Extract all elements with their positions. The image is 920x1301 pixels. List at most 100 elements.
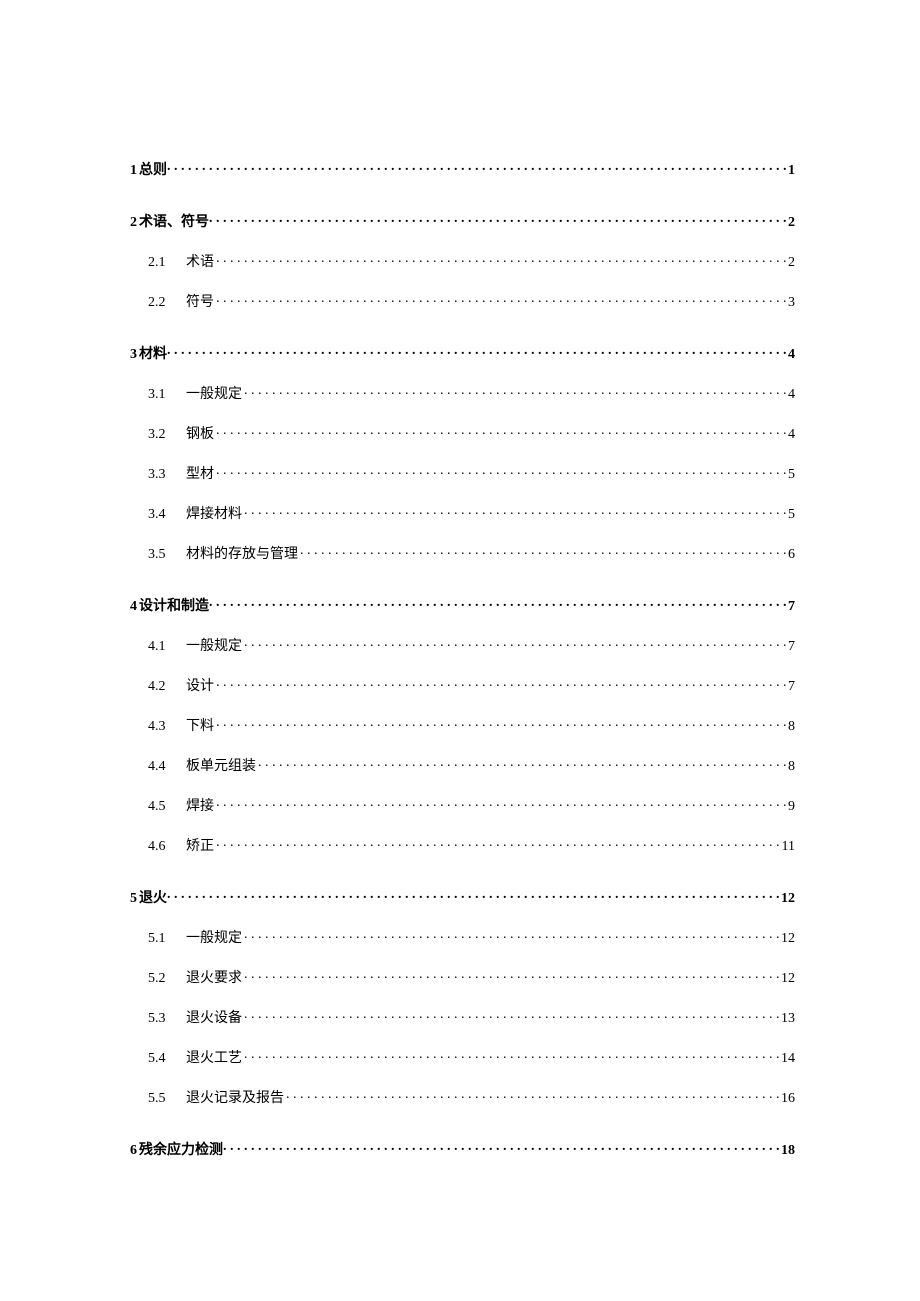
toc-entry-number: 5.1 <box>148 932 186 946</box>
toc-entry-page: 2 <box>786 256 795 270</box>
toc-entry: 4.6矫正11 <box>148 836 795 854</box>
toc-entry-title: 残余应力检测 <box>139 1144 223 1158</box>
toc-entry: 5.4退火工艺14 <box>148 1048 795 1066</box>
toc-entry: 4.3下料 8 <box>148 716 795 734</box>
toc-leader-dots <box>244 504 786 518</box>
toc-leader-dots <box>223 1140 779 1154</box>
toc-entry-number: 4 <box>130 600 137 614</box>
toc-entry-number: 4.5 <box>148 800 186 814</box>
toc-entry-title: 退火工艺 <box>186 1052 242 1066</box>
toc-entry-title: 下料 <box>186 720 214 734</box>
toc-entry-page: 8 <box>786 720 795 734</box>
toc-entry-title: 焊接材料 <box>186 508 242 522</box>
toc-entry-number: 5.5 <box>148 1092 186 1106</box>
toc-entry-page: 12 <box>779 932 795 946</box>
toc-entry-page: 16 <box>779 1092 795 1106</box>
toc-entry-page: 4 <box>786 428 795 442</box>
toc-entry-title: 一般规定 <box>186 388 242 402</box>
toc-leader-dots <box>244 384 786 398</box>
toc-leader-dots <box>244 1008 779 1022</box>
toc-leader-dots <box>216 836 780 850</box>
toc-entry-page: 9 <box>786 800 795 814</box>
toc-entry: 2 术语、符号2 <box>130 212 795 230</box>
toc-entry: 4.1一般规定7 <box>148 636 795 654</box>
toc-entry-page: 13 <box>779 1012 795 1026</box>
toc-entry-number: 4.6 <box>148 840 186 854</box>
toc-entry-number: 5.2 <box>148 972 186 986</box>
toc-entry-title: 材料的存放与管理 <box>186 548 298 562</box>
toc-leader-dots <box>286 1088 779 1102</box>
toc-entry-title: 退火要求 <box>186 972 242 986</box>
toc-entry-page: 3 <box>786 296 795 310</box>
toc-entry-number: 3.5 <box>148 548 186 562</box>
toc-entry-number: 3.3 <box>148 468 186 482</box>
toc-leader-dots <box>216 716 786 730</box>
toc-entry: 5.5退火记录及报告16 <box>148 1088 795 1106</box>
toc-leader-dots <box>244 1048 779 1062</box>
toc-entry-page: 2 <box>786 216 795 230</box>
toc-entry-title: 一般规定 <box>186 640 242 654</box>
toc-leader-dots <box>258 756 786 770</box>
toc-leader-dots <box>216 796 786 810</box>
toc-entry-title: 型材 <box>186 468 214 482</box>
toc-entry-number: 5 <box>130 892 137 906</box>
toc-entry-number: 4.4 <box>148 760 186 774</box>
toc-leader-dots <box>244 928 779 942</box>
toc-entry-number: 3.2 <box>148 428 186 442</box>
toc-entry-page: 7 <box>786 600 795 614</box>
toc-entry: 3.2钢板 4 <box>148 424 795 442</box>
toc-leader-dots <box>167 160 786 174</box>
toc-entry: 3.5材料的存放与管理 6 <box>148 544 795 562</box>
toc-entry-page: 18 <box>779 1144 795 1158</box>
toc-entry-page: 6 <box>786 548 795 562</box>
toc-entry-page: 8 <box>786 760 795 774</box>
toc-entry: 4.4板单元组装 8 <box>148 756 795 774</box>
toc-entry-title: 矫正 <box>186 840 214 854</box>
toc-leader-dots <box>167 888 779 902</box>
toc-entry-number: 1 <box>130 164 137 178</box>
toc-leader-dots <box>216 676 786 690</box>
toc-entry-number: 4.1 <box>148 640 186 654</box>
toc-entry-number: 6 <box>130 1144 137 1158</box>
toc-entry-title: 退火 <box>139 892 167 906</box>
toc-entry-number: 4.2 <box>148 680 186 694</box>
toc-entry: 1 总则1 <box>130 160 795 178</box>
toc-entry-page: 1 <box>786 164 795 178</box>
toc-leader-dots <box>216 252 786 266</box>
toc-entry-number: 5.4 <box>148 1052 186 1066</box>
toc-entry-title: 设计和制造 <box>139 600 209 614</box>
toc-entry-title: 符号 <box>186 296 214 310</box>
toc-leader-dots <box>209 212 786 226</box>
toc-leader-dots <box>209 596 786 610</box>
toc-entry: 5.2退火要求12 <box>148 968 795 986</box>
toc-leader-dots <box>244 968 779 982</box>
toc-leader-dots <box>244 636 786 650</box>
toc-leader-dots <box>167 344 786 358</box>
toc-entry-title: 总则 <box>139 164 167 178</box>
toc-entry: 4 设计和制造 7 <box>130 596 795 614</box>
toc-entry-number: 3.1 <box>148 388 186 402</box>
toc-entry: 5.1一般规定12 <box>148 928 795 946</box>
toc-leader-dots <box>216 464 786 478</box>
toc-entry-title: 板单元组装 <box>186 760 256 774</box>
toc-entry: 3.1一般规定4 <box>148 384 795 402</box>
table-of-contents: 1 总则12 术语、符号22.1术语22.2符号33 材料43.1一般规定43.… <box>130 160 795 1158</box>
toc-entry-title: 钢板 <box>186 428 214 442</box>
toc-entry-page: 4 <box>786 348 795 362</box>
toc-entry-title: 术语、符号 <box>139 216 209 230</box>
toc-entry: 4.2设计7 <box>148 676 795 694</box>
toc-entry: 5 退火 12 <box>130 888 795 906</box>
toc-entry-title: 焊接 <box>186 800 214 814</box>
toc-entry-number: 3 <box>130 348 137 362</box>
toc-entry-number: 2.1 <box>148 256 186 270</box>
toc-entry-page: 12 <box>779 892 795 906</box>
toc-entry-title: 材料 <box>139 348 167 362</box>
toc-entry-title: 术语 <box>186 256 214 270</box>
toc-entry: 2.2符号3 <box>148 292 795 310</box>
toc-entry: 6 残余应力检测 18 <box>130 1140 795 1158</box>
toc-entry: 4.5焊接 9 <box>148 796 795 814</box>
toc-entry: 5.3退火设备13 <box>148 1008 795 1026</box>
toc-entry-number: 4.3 <box>148 720 186 734</box>
toc-entry-page: 5 <box>786 468 795 482</box>
toc-entry: 3.3型材 5 <box>148 464 795 482</box>
